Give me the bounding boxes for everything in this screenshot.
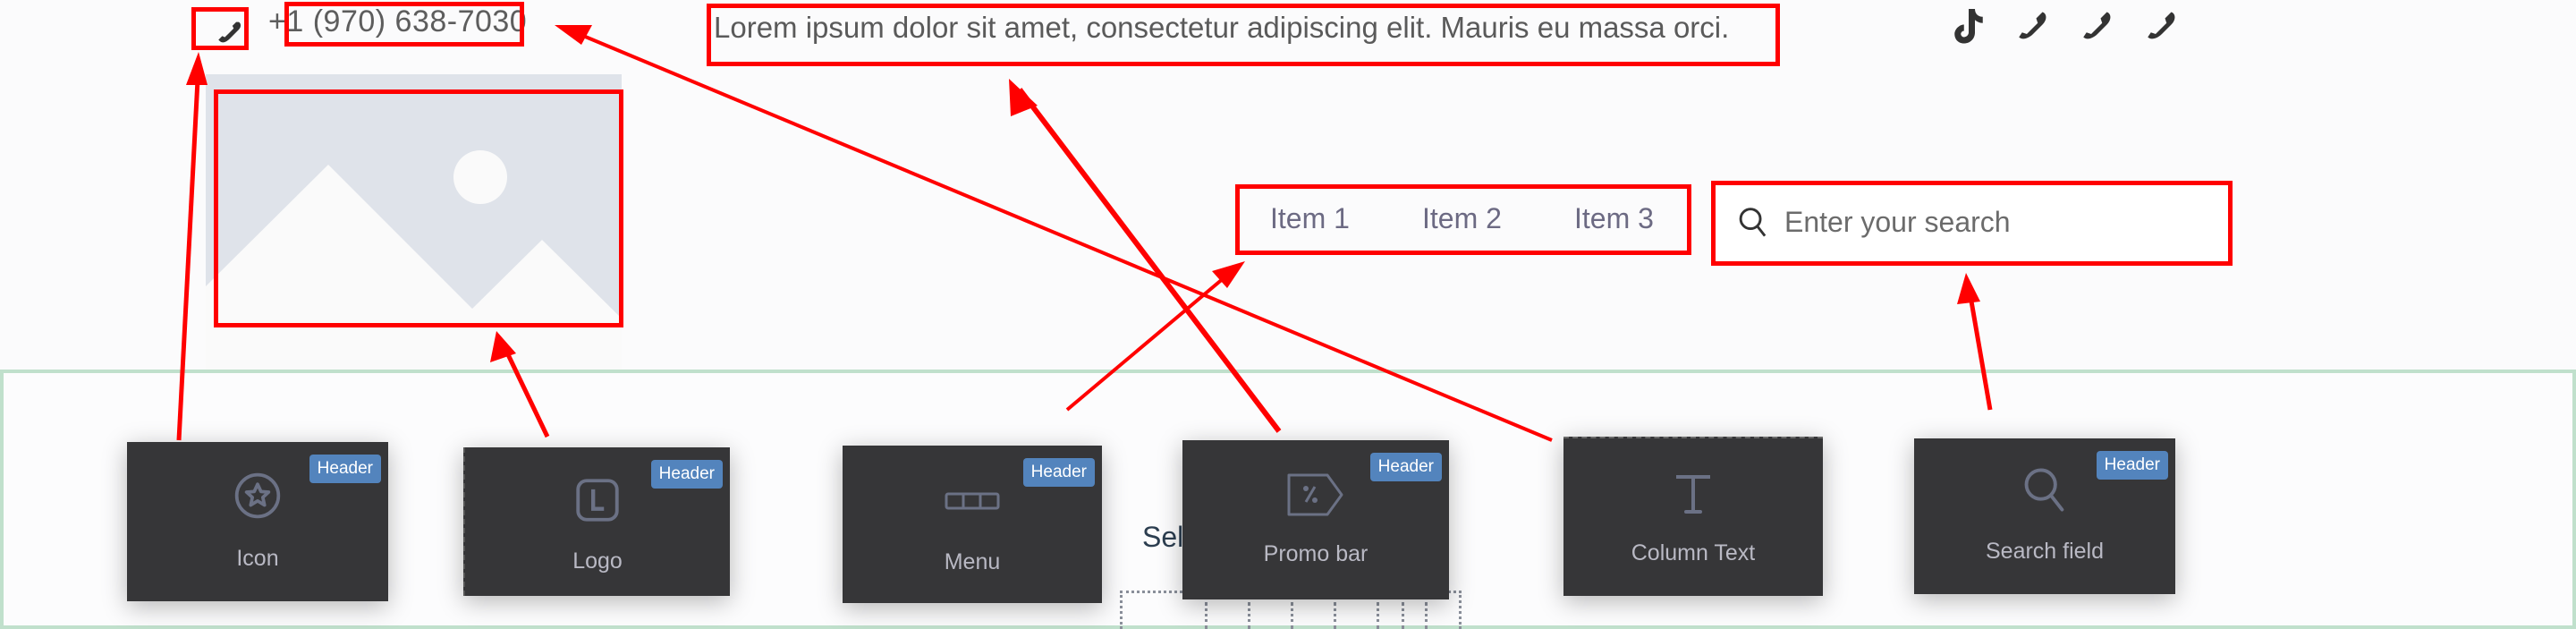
- menu-item-2[interactable]: Item 2: [1404, 202, 1556, 235]
- logo-square-icon: [576, 479, 619, 522]
- star-circle-icon: [234, 472, 281, 519]
- header-badge: Header: [2096, 451, 2168, 480]
- phone-icon[interactable]: [214, 17, 246, 47]
- social-icons: [1950, 5, 2181, 50]
- header-badge: Header: [309, 455, 381, 483]
- drop-area-heading: Sel: [1142, 521, 1184, 553]
- widget-card-promo-bar[interactable]: Header Promo bar: [1182, 440, 1449, 599]
- promo-text: Lorem ipsum dolor sit amet, consectetur …: [714, 11, 1730, 44]
- menu-item-3[interactable]: Item 3: [1556, 202, 1708, 235]
- tiktok-icon[interactable]: [1950, 5, 1987, 50]
- widget-label: Menu: [944, 549, 1001, 574]
- phone-number-highlight: [284, 2, 524, 47]
- phone-icon[interactable]: [2143, 5, 2181, 50]
- widget-label: Column Text: [1631, 540, 1756, 565]
- widget-card-menu[interactable]: Header Menu: [843, 446, 1102, 603]
- menu-item-1[interactable]: Item 1: [1252, 202, 1404, 235]
- widget-card-column-text[interactable]: Column Text: [1563, 437, 1823, 596]
- logo-highlight: [214, 89, 623, 327]
- main-menu: Item 1 Item 2 Item 3: [1252, 202, 1708, 235]
- widget-label: Icon: [236, 546, 279, 571]
- header-badge: Header: [1369, 453, 1442, 481]
- widget-label: Logo: [572, 548, 623, 574]
- menu-bar-icon: [945, 492, 1000, 510]
- header-badge: Header: [1022, 458, 1095, 487]
- widget-card-logo[interactable]: Header Logo: [463, 447, 730, 596]
- widget-card-icon[interactable]: Header Icon: [127, 442, 388, 601]
- discount-tag-icon: [1287, 473, 1343, 516]
- header-badge: Header: [650, 460, 723, 489]
- phone-icon[interactable]: [2079, 5, 2116, 50]
- phone-icon-highlight: [191, 7, 249, 50]
- phone-icon[interactable]: [2014, 5, 2052, 50]
- search-input[interactable]: [1783, 199, 2207, 245]
- widget-card-search-field[interactable]: Header Search field: [1914, 438, 2175, 594]
- widget-label: Promo bar: [1263, 541, 1368, 566]
- search-icon: [2024, 468, 2064, 512]
- widget-label: Search field: [1985, 539, 2105, 564]
- text-icon: [1676, 475, 1710, 514]
- search-icon: [1739, 208, 1767, 237]
